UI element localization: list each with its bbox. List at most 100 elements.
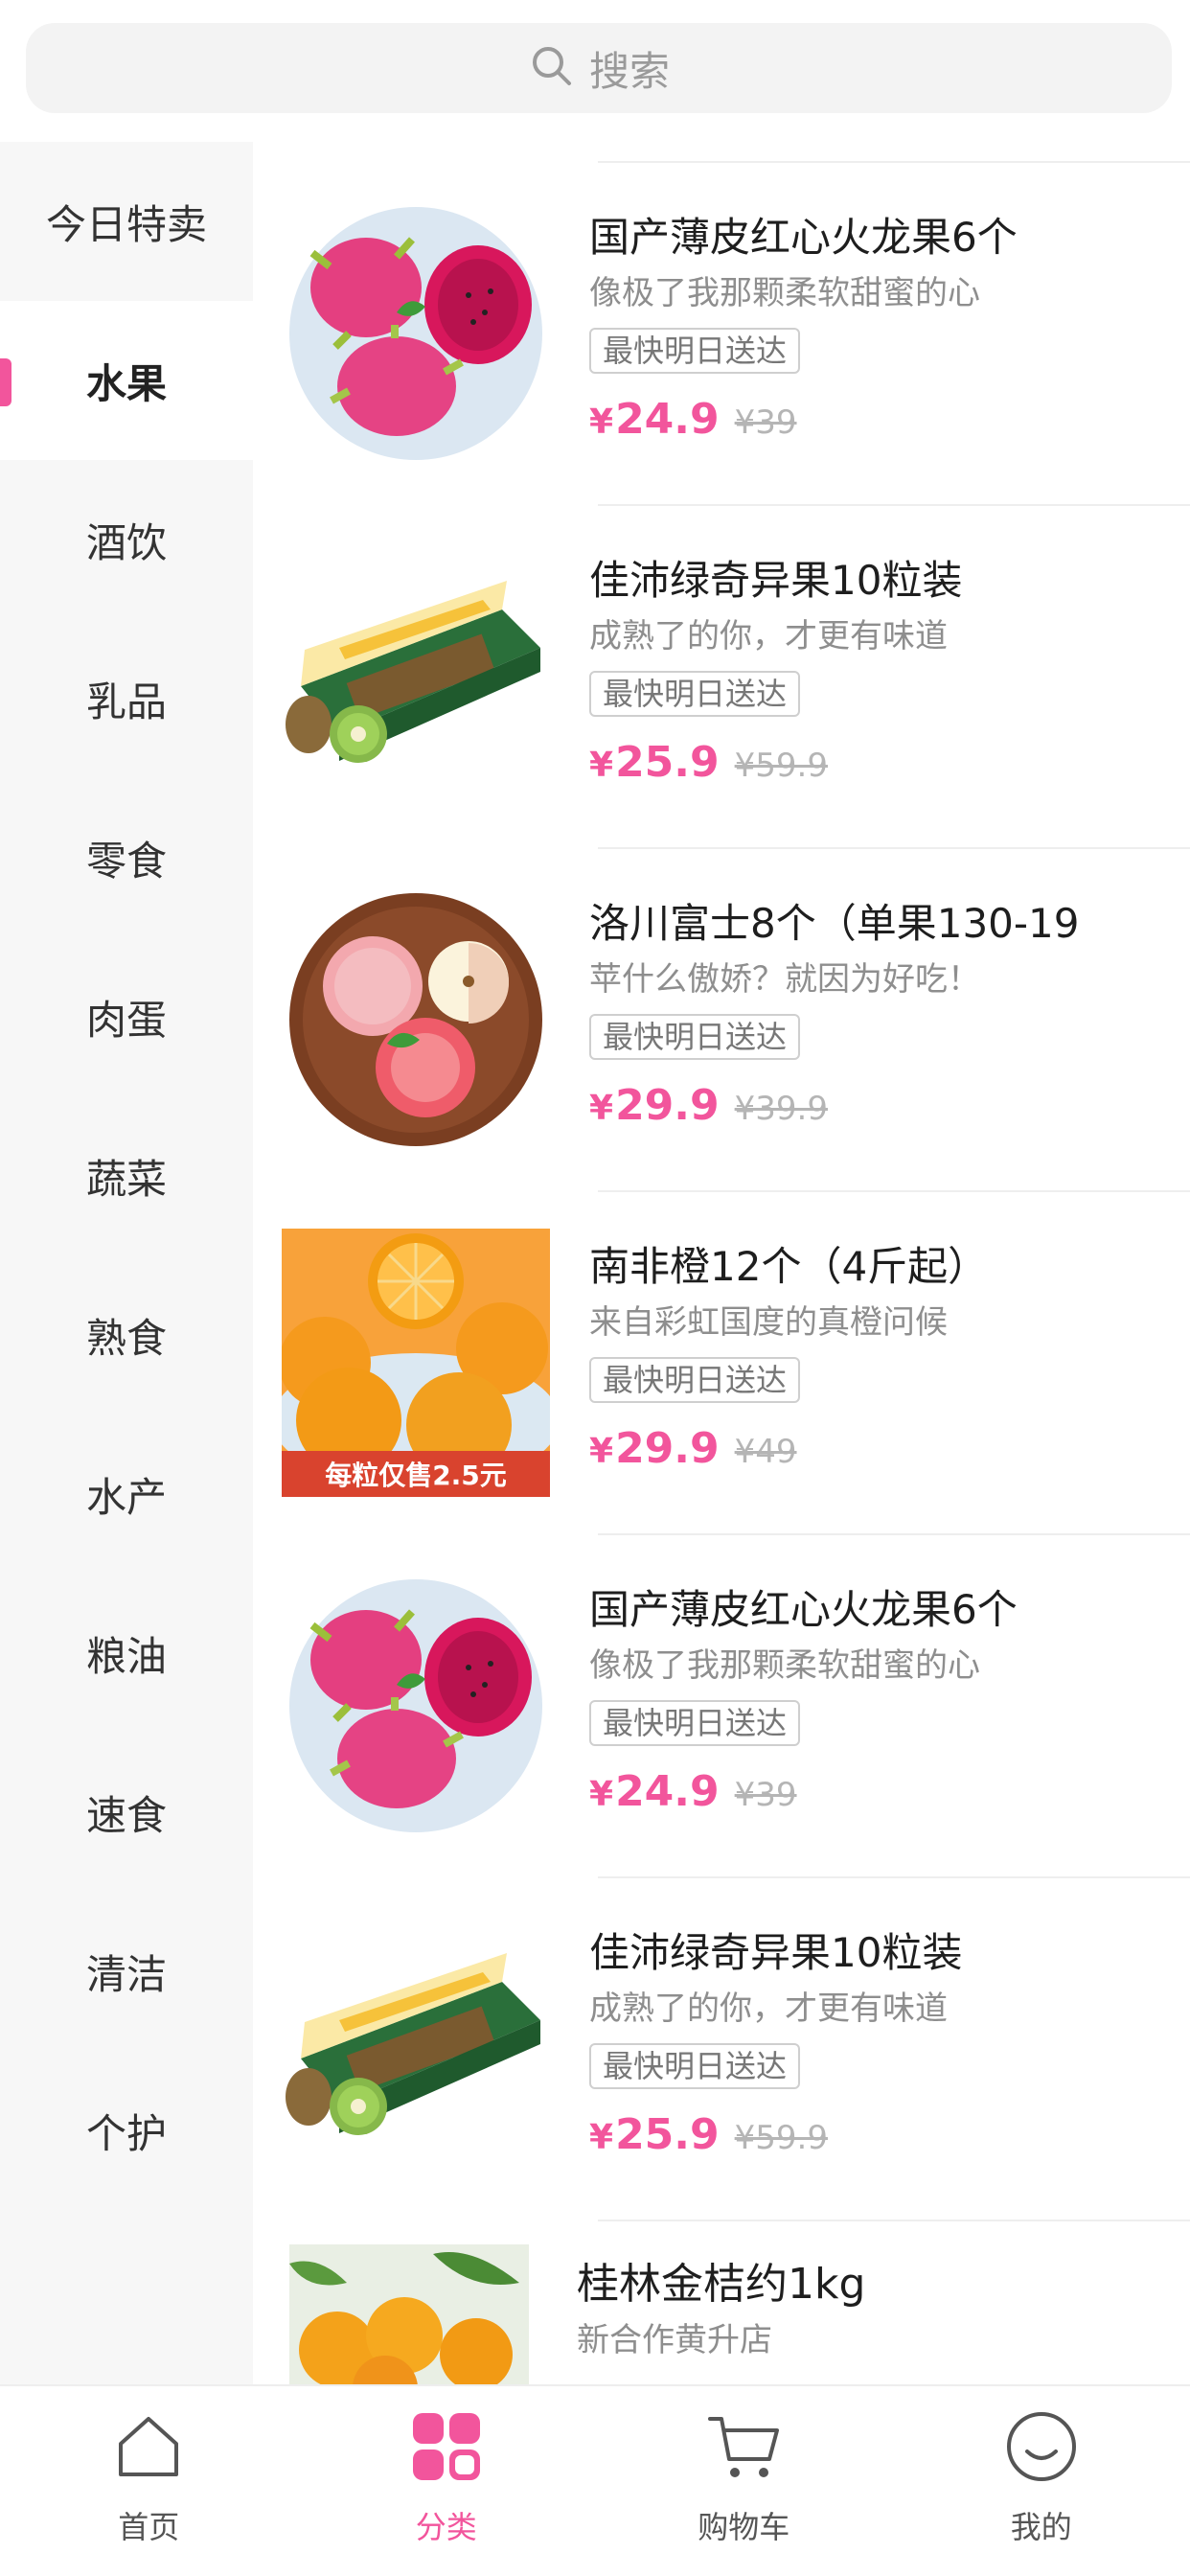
product-card[interactable]: 洛川富士8个（单果130-19 苹什么傲娇？就因为好吃！ 最快明日送达 ¥29.… <box>253 828 1190 1171</box>
tab-category[interactable]: 分类 <box>298 2386 596 2576</box>
currency-symbol: ¥ <box>589 1432 614 1471</box>
product-card[interactable]: 佳沛绿奇异果10粒装 成熟了的你，才更有味道 最快明日送达 ¥25.9 ¥59.… <box>253 485 1190 828</box>
product-info: 国产薄皮红心火龙果6个 像极了我那颗柔软甜蜜的心 最快明日送达 ¥24.9 ¥3… <box>589 209 1171 444</box>
sidebar-item-deli[interactable]: 熟食 <box>0 1255 253 1414</box>
sidebar-item-personal-care[interactable]: 个护 <box>0 2051 253 2210</box>
kiwi-box-image <box>286 581 540 763</box>
search-header: 搜索 <box>0 0 1190 142</box>
sidebar-item-today-deals[interactable]: 今日特卖 <box>0 142 253 301</box>
tab-label: 分类 <box>415 2509 477 2545</box>
product-card[interactable]: 国产薄皮红心火龙果6个 像极了我那颗柔软甜蜜的心 最快明日送达 ¥24.9 ¥3… <box>253 1514 1190 1857</box>
product-info: 佳沛绿奇异果10粒装 成熟了的你，才更有味道 最快明日送达 ¥25.9 ¥59.… <box>589 1924 1171 2159</box>
delivery-tag: 最快明日送达 <box>589 671 801 717</box>
delivery-tag: 最快明日送达 <box>589 328 801 374</box>
price-value: 24.9 <box>615 1767 720 1816</box>
price-row: ¥24.9 ¥39 <box>589 395 1171 444</box>
dragon-fruit-image <box>289 1579 542 1832</box>
sidebar-item-meat-eggs[interactable]: 肉蛋 <box>0 937 253 1096</box>
product-subtitle: 像极了我那颗柔软甜蜜的心 <box>589 274 980 312</box>
product-list: 国产薄皮红心火龙果6个 像极了我那颗柔软甜蜜的心 最快明日送达 ¥24.9 ¥3… <box>253 142 1190 2384</box>
search-icon <box>528 42 576 94</box>
price-value: 29.9 <box>615 1081 720 1130</box>
product-title: 桂林金桔约1kg <box>577 2260 866 2309</box>
category-icon <box>405 2405 488 2492</box>
profile-icon <box>1000 2405 1083 2492</box>
product-info: 洛川富士8个（单果130-19 苹什么傲娇？就因为好吃！ 最快明日送达 ¥29.… <box>589 895 1171 1130</box>
product-subtitle: 像极了我那颗柔软甜蜜的心 <box>589 1646 980 1685</box>
price-row: ¥25.9 ¥59.9 <box>589 2110 1171 2159</box>
sidebar-item-label: 粮油 <box>85 1632 167 1680</box>
original-price: ¥39 <box>734 1776 797 1814</box>
delivery-tag: 最快明日送达 <box>589 2043 801 2089</box>
tab-home[interactable]: 首页 <box>0 2386 298 2576</box>
tab-profile[interactable]: 我的 <box>893 2386 1190 2576</box>
product-card[interactable]: 每粒仅售2.5元 南非橙12个（4斤起） 来自彩虹国度的真橙问候 最快明日送达 … <box>253 1171 1190 1514</box>
bottom-tab-bar: 首页 分类 购物车 我的 <box>0 2384 1190 2576</box>
sidebar-item-snacks[interactable]: 零食 <box>0 778 253 937</box>
sidebar-item-dairy[interactable]: 乳品 <box>0 619 253 778</box>
tab-cart[interactable]: 购物车 <box>595 2386 893 2576</box>
price-value: 25.9 <box>615 2110 720 2159</box>
product-title: 洛川富士8个（单果130-19 <box>589 900 1080 947</box>
kumquat-image <box>289 2244 529 2384</box>
sidebar-item-grain-oil[interactable]: 粮油 <box>0 1574 253 1733</box>
home-icon <box>107 2405 190 2492</box>
sidebar-item-label: 个护 <box>85 2109 167 2157</box>
product-subtitle: 来自彩虹国度的真橙问候 <box>589 1303 948 1342</box>
price-row: ¥24.9 ¥39 <box>589 1767 1171 1816</box>
sidebar-item-cleaning[interactable]: 清洁 <box>0 1892 253 2051</box>
sidebar-item-seafood[interactable]: 水产 <box>0 1414 253 1574</box>
sidebar-item-label: 肉蛋 <box>85 996 167 1044</box>
tab-label: 首页 <box>118 2509 180 2545</box>
apple-plate-image <box>289 893 542 1146</box>
product-card[interactable]: 桂林金桔约1kg 新合作黄升店 <box>253 2200 1190 2384</box>
kiwi-box-image <box>286 1953 540 2135</box>
sidebar-item-label: 今日特卖 <box>45 200 207 248</box>
delivery-tag: 最快明日送达 <box>589 1700 801 1746</box>
search-bar[interactable]: 搜索 <box>26 23 1172 113</box>
original-price: ¥39.9 <box>734 1090 828 1128</box>
price-value: 24.9 <box>615 395 720 444</box>
sidebar-item-label: 熟食 <box>85 1314 167 1362</box>
product-subtitle: 新合作黄升店 <box>577 2321 772 2359</box>
product-subtitle: 成熟了的你，才更有味道 <box>589 1990 948 2028</box>
current-price: ¥25.9 <box>589 738 720 787</box>
orange-image: 每粒仅售2.5元 <box>282 1229 550 1497</box>
product-title: 国产薄皮红心火龙果6个 <box>589 214 1018 261</box>
tab-label: 购物车 <box>698 2509 790 2545</box>
current-price: ¥29.9 <box>589 1424 720 1473</box>
sidebar-item-drinks[interactable]: 酒饮 <box>0 460 253 619</box>
sidebar-item-label: 零食 <box>85 837 167 885</box>
original-price: ¥39 <box>734 403 797 442</box>
delivery-tag: 最快明日送达 <box>589 1357 801 1403</box>
product-info: 佳沛绿奇异果10粒装 成熟了的你，才更有味道 最快明日送达 ¥25.9 ¥59.… <box>589 552 1171 787</box>
original-price: ¥59.9 <box>734 2119 828 2157</box>
current-price: ¥25.9 <box>589 2110 720 2159</box>
product-info: 桂林金桔约1kg 新合作黄升店 <box>577 2256 865 2367</box>
category-sidebar: 今日特卖 水果 酒饮 乳品 零食 肉蛋 蔬菜 熟食 水产 粮油 速食 清洁 个护 <box>0 142 253 2384</box>
sidebar-item-label: 酒饮 <box>85 518 167 566</box>
product-title: 国产薄皮红心火龙果6个 <box>589 1586 1018 1633</box>
sidebar-item-label: 乳品 <box>85 678 167 725</box>
product-subtitle: 苹什么傲娇？就因为好吃！ <box>589 960 980 999</box>
sidebar-item-instant-food[interactable]: 速食 <box>0 1733 253 1892</box>
price-value: 25.9 <box>615 738 720 787</box>
product-card[interactable]: 佳沛绿奇异果10粒装 成熟了的你，才更有味道 最快明日送达 ¥25.9 ¥59.… <box>253 1857 1190 2200</box>
product-card[interactable]: 国产薄皮红心火龙果6个 像极了我那颗柔软甜蜜的心 最快明日送达 ¥24.9 ¥3… <box>253 142 1190 485</box>
current-price: ¥24.9 <box>589 1767 720 1816</box>
currency-symbol: ¥ <box>589 2118 614 2157</box>
tab-label: 我的 <box>1010 2509 1072 2545</box>
sidebar-item-fruit[interactable]: 水果 <box>0 301 253 460</box>
price-row: ¥29.9 ¥39.9 <box>589 1081 1171 1130</box>
image-caption: 每粒仅售2.5元 <box>325 1460 507 1491</box>
search-placeholder: 搜索 <box>588 47 670 95</box>
sidebar-item-label: 蔬菜 <box>85 1155 167 1203</box>
product-title: 佳沛绿奇异果10粒装 <box>589 1929 963 1976</box>
product-title: 南非橙12个（4斤起） <box>589 1243 989 1290</box>
currency-symbol: ¥ <box>589 1775 614 1814</box>
sidebar-item-vegetables[interactable]: 蔬菜 <box>0 1096 253 1255</box>
dragon-fruit-image <box>289 207 542 460</box>
sidebar-item-label: 速食 <box>85 1791 167 1839</box>
currency-symbol: ¥ <box>589 402 614 442</box>
sidebar-item-label: 水产 <box>85 1473 167 1521</box>
